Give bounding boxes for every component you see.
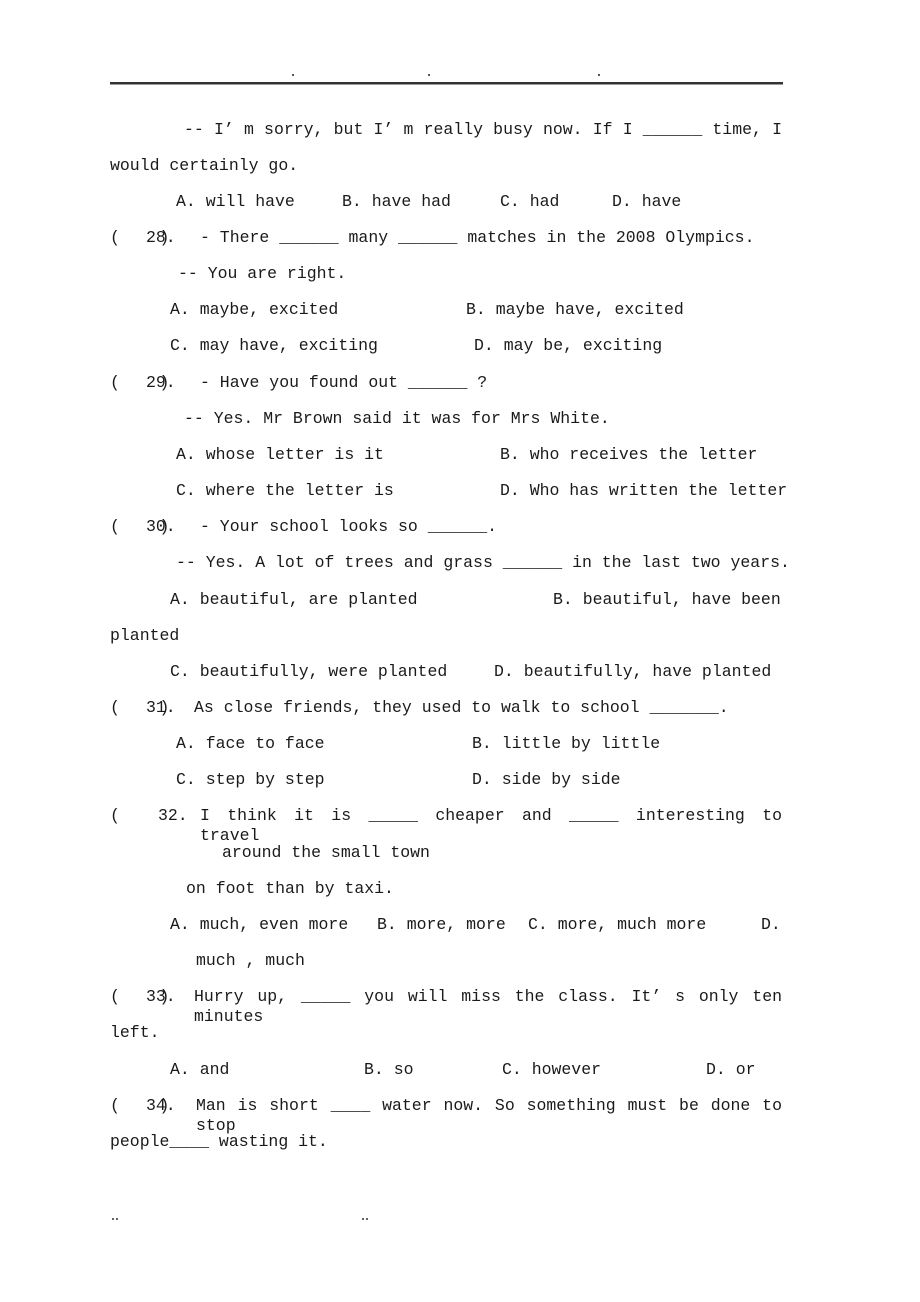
q34-prompt: Man is short ____ water now. So somethin… [196, 1096, 782, 1135]
q34-number: 34. [146, 1096, 176, 1115]
q31-option-c: C. step by step [176, 770, 325, 789]
q29-number: 29. [146, 373, 176, 392]
page-header [110, 0, 783, 86]
q28-prompt: - There ______ many ______ matches in th… [200, 228, 755, 247]
header-rule [110, 82, 783, 85]
header-dot [598, 74, 600, 76]
q33-option-b: B. so [364, 1060, 414, 1079]
q32-prompt-cont1: around the small town [222, 843, 430, 862]
header-dot [292, 74, 294, 76]
q27-option-a: A. will have [176, 192, 295, 211]
q31-option-d: D. side by side [472, 770, 621, 789]
q29-prompt: - Have you found out ______ ? [200, 373, 488, 392]
q33-number: 33. [146, 987, 176, 1006]
q31-prompt: As close friends, they used to walk to s… [194, 698, 729, 717]
q30-option-d: D. beautifully, have planted [494, 662, 772, 681]
q32-option-d-label: D. [761, 915, 781, 934]
q29-option-d: D. Who has written the letter [500, 481, 788, 500]
q27-option-d: D. have [612, 192, 682, 211]
q32-prompt-cont2: on foot than by taxi. [186, 879, 394, 898]
q33-option-a: A. and [170, 1060, 230, 1079]
answer-paren[interactable]: ( [110, 806, 120, 826]
q33-prompt: Hurry up, _____ you will miss the class.… [194, 987, 782, 1026]
q29-option-b: B. who receives the letter [500, 445, 758, 464]
q28-option-c: C. may have, exciting [170, 336, 378, 355]
q29-reply: -- Yes. Mr Brown said it was for Mrs Whi… [184, 409, 610, 428]
q32-option-d: much , much [196, 951, 305, 970]
q31-number: 31. [146, 698, 176, 717]
q29-option-c: C. where the letter is [176, 481, 394, 500]
q30-option-a: A. beautiful, are planted [170, 590, 418, 609]
q33-option-d: D. or [706, 1060, 756, 1079]
q34-prompt-cont1: people____ wasting it. [110, 1132, 328, 1151]
q30-prompt: - Your school looks so ______. [200, 517, 498, 536]
footer-mark-left [112, 1218, 118, 1220]
q27-option-c: C. had [500, 192, 560, 211]
q32-prompt: I think it is _____ cheaper and _____ in… [200, 806, 782, 845]
q32-option-b: B. more, more [377, 915, 506, 934]
q30-option-b: B. beautiful, have been [553, 590, 781, 609]
header-dot [428, 74, 430, 76]
q28-option-b: B. maybe have, excited [466, 300, 684, 319]
q30-option-c: C. beautifully, were planted [170, 662, 448, 681]
q32-option-c: C. more, much more [528, 915, 707, 934]
q28-option-a: A. maybe, excited [170, 300, 339, 319]
q30-number: 30. [146, 517, 176, 536]
q30-option-b-wrap: planted [110, 626, 180, 645]
q33-prompt-cont1: left. [110, 1023, 160, 1042]
q33-option-c: C. however [502, 1060, 602, 1079]
q28-reply: -- You are right. [178, 264, 347, 283]
q27-reply-line1: -- I’ m sorry, but I’ m really busy now.… [184, 120, 782, 139]
q28-option-d: D. may be, exciting [474, 336, 663, 355]
q31-option-a: A. face to face [176, 734, 325, 753]
q32-number: 32. [158, 806, 188, 825]
q31-option-b: B. little by little [472, 734, 661, 753]
q32-option-a: A. much, even more [170, 915, 349, 934]
q28-number: 28. [146, 228, 176, 247]
q27-reply-line2: would certainly go. [110, 156, 299, 175]
q27-option-b: B. have had [342, 192, 451, 211]
q30-reply: -- Yes. A lot of trees and grass ______ … [176, 553, 790, 572]
footer-mark-right [362, 1218, 368, 1220]
q29-option-a: A. whose letter is it [176, 445, 384, 464]
